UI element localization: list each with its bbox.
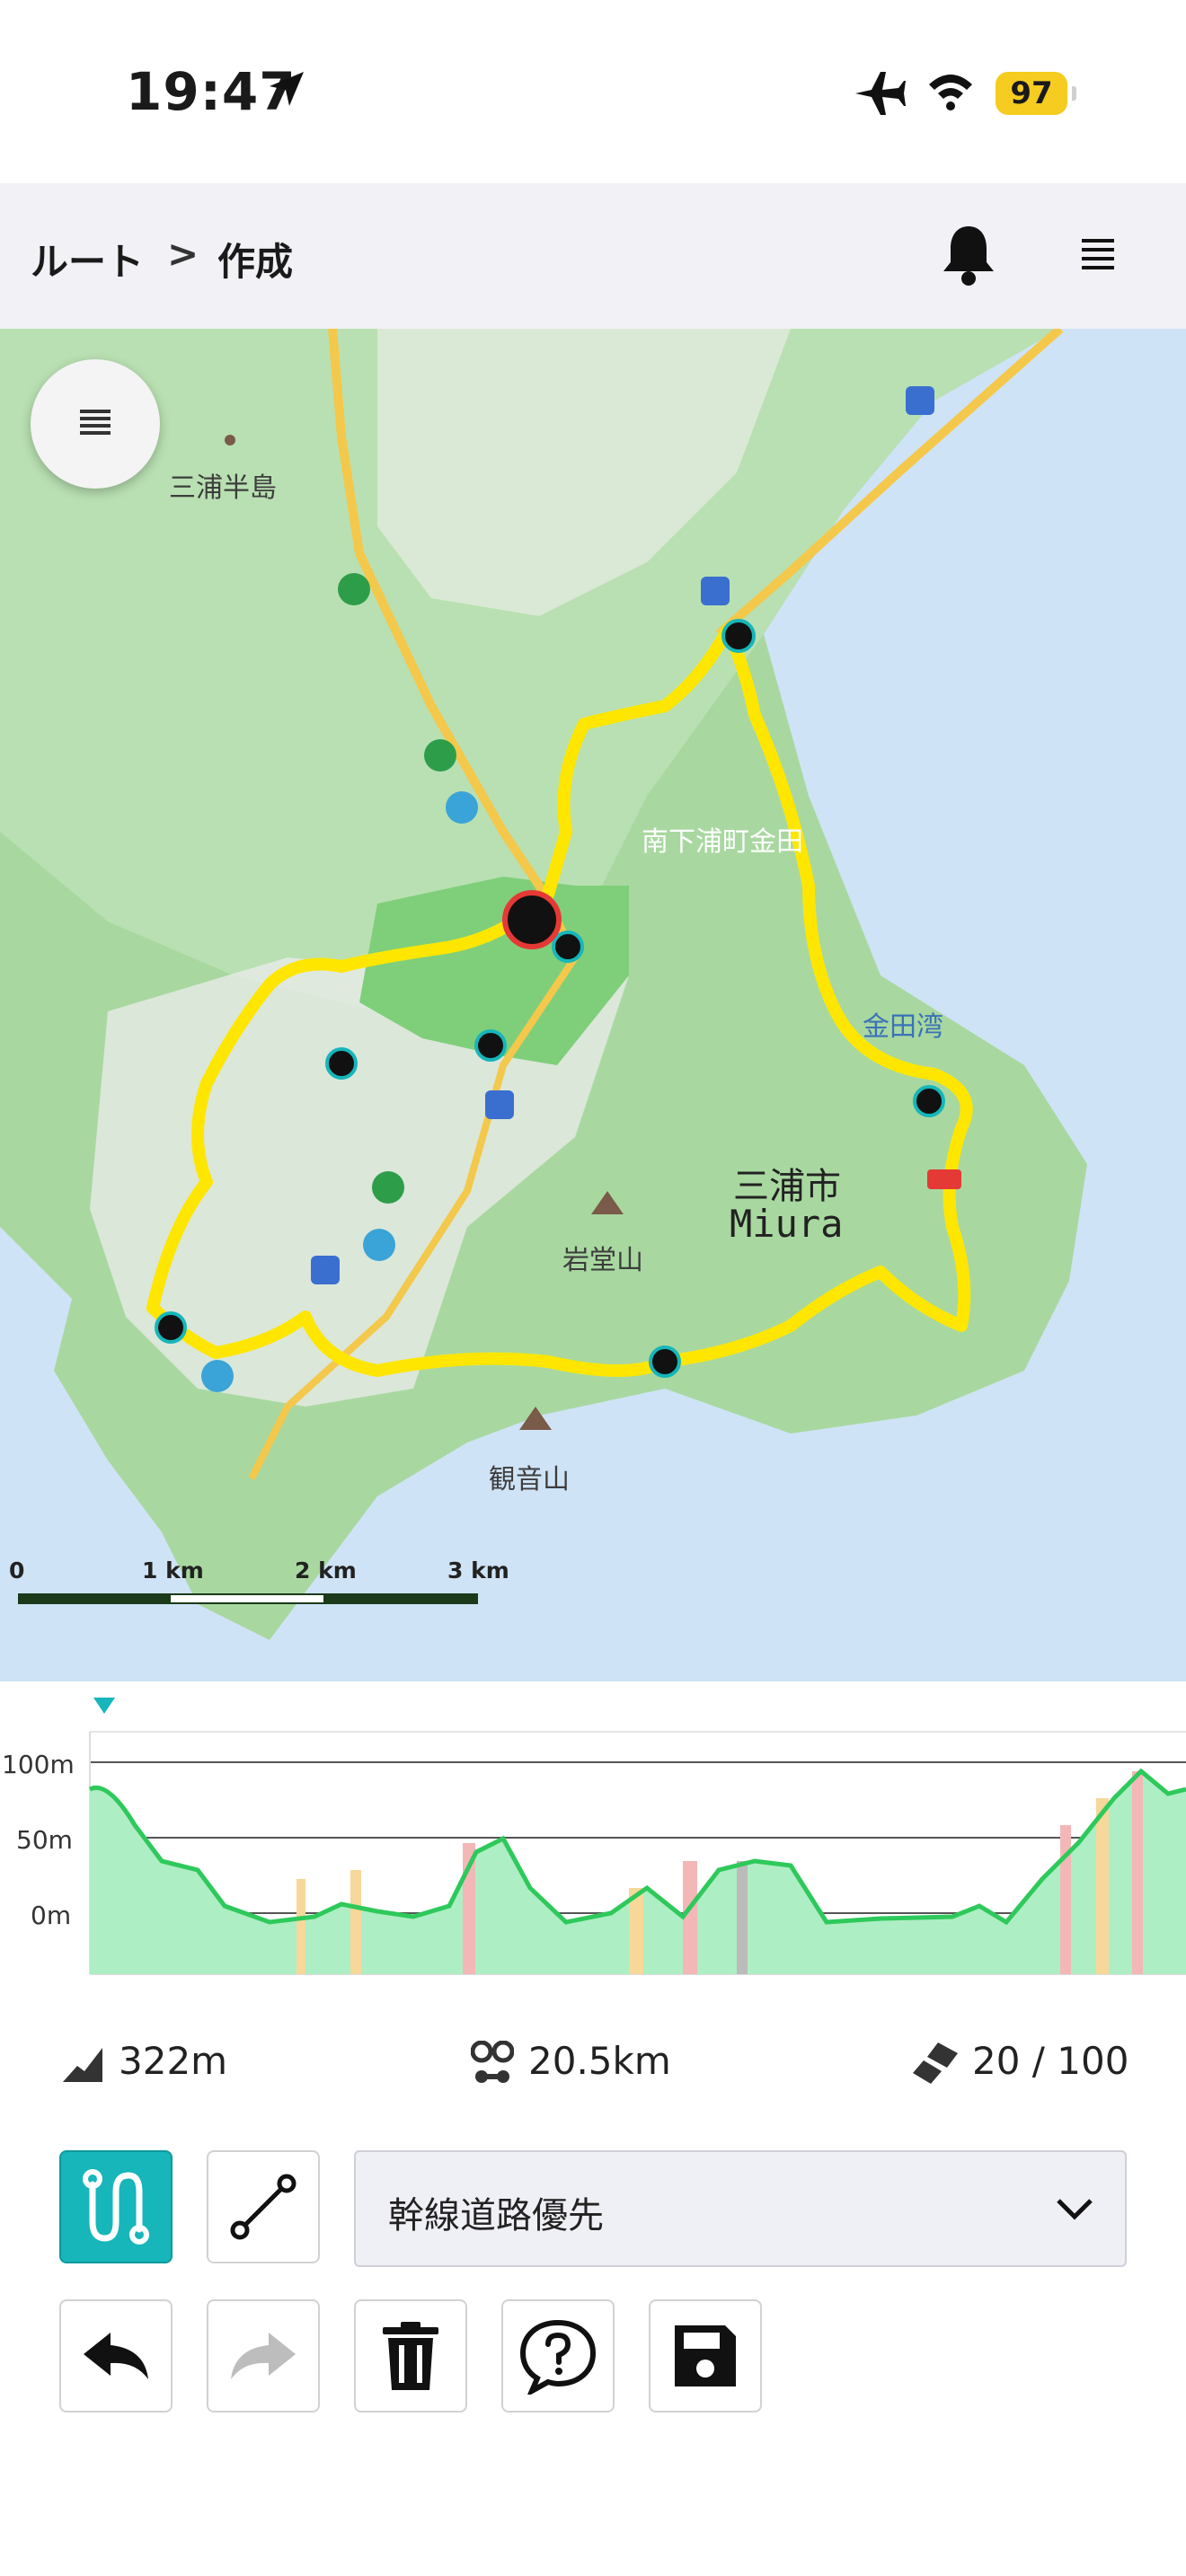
- scale-label-0: 0: [9, 1557, 25, 1584]
- help-question-icon: [519, 2319, 597, 2395]
- breadcrumb-route[interactable]: ルート: [31, 232, 144, 287]
- chevron-down-icon: [1057, 2199, 1093, 2220]
- map-label-mountain-gandoyama: 岩堂山: [562, 1245, 643, 1276]
- save-floppy-icon: [675, 2325, 736, 2386]
- stat-waypoints: 20 / 100: [972, 2039, 1129, 2083]
- climb-icon: [63, 2048, 102, 2082]
- routing-preference-select[interactable]: 幹線道路優先: [354, 2150, 1127, 2267]
- scale-label-1km: 1 km: [142, 1557, 204, 1584]
- menu-icon[interactable]: [1080, 237, 1116, 269]
- y-label-50m: 50m: [16, 1825, 73, 1855]
- map-layer-button[interactable]: [31, 359, 160, 489]
- delete-button[interactable]: [354, 2299, 467, 2413]
- route-mode-button[interactable]: [59, 2150, 173, 2263]
- straight-line-icon: [230, 2174, 296, 2240]
- breadcrumb-create: 作成: [217, 240, 294, 284]
- save-button[interactable]: [649, 2299, 762, 2413]
- elevation-profile[interactable]: 100m 50m 0m: [0, 1681, 1186, 1987]
- breadcrumb-separator: >: [167, 232, 199, 276]
- scale-label-2km: 2 km: [295, 1557, 357, 1584]
- map-label-district: 南下浦町金田: [642, 826, 803, 858]
- battery-level: 97: [996, 72, 1067, 115]
- map-label-city-en: Miura: [730, 1202, 844, 1246]
- route-path-icon: [83, 2169, 149, 2245]
- trash-icon: [383, 2322, 438, 2390]
- scale-label-3km: 3 km: [447, 1557, 509, 1584]
- undo-icon: [84, 2333, 148, 2379]
- battery-tip: [1072, 86, 1076, 101]
- help-button[interactable]: [501, 2299, 615, 2413]
- airplane-icon: [855, 72, 906, 115]
- bell-icon[interactable]: [940, 223, 997, 287]
- routing-preference-value: 幹線道路優先: [388, 2195, 604, 2236]
- wifi-icon: [929, 75, 972, 110]
- map-label-bay: 金田湾: [863, 1011, 943, 1043]
- map-label-mountain-kannonyama: 観音山: [489, 1464, 570, 1495]
- waypoint-pins-icon: [913, 2042, 958, 2084]
- route-map[interactable]: 三浦半島 南下浦町金田 金田湾 三浦市 Miura 岩堂山 観音山 0 1 km…: [0, 329, 1186, 1681]
- map-label-peninsula: 三浦半島: [169, 472, 277, 504]
- y-label-0m: 0m: [31, 1901, 72, 1930]
- map-canvas[interactable]: [0, 329, 1186, 1681]
- distance-pins-icon: [471, 2041, 514, 2083]
- undo-button[interactable]: [59, 2299, 173, 2413]
- redo-button[interactable]: [207, 2299, 320, 2413]
- elevation-chart: [88, 1698, 1186, 1975]
- stat-climb: 322m: [119, 2039, 228, 2083]
- redo-icon: [231, 2333, 296, 2379]
- location-arrow-icon: [270, 72, 304, 106]
- list-icon: [80, 410, 111, 435]
- y-label-100m: 100m: [2, 1750, 75, 1779]
- stat-distance: 20.5km: [528, 2039, 671, 2083]
- straight-line-mode-button[interactable]: [207, 2150, 320, 2263]
